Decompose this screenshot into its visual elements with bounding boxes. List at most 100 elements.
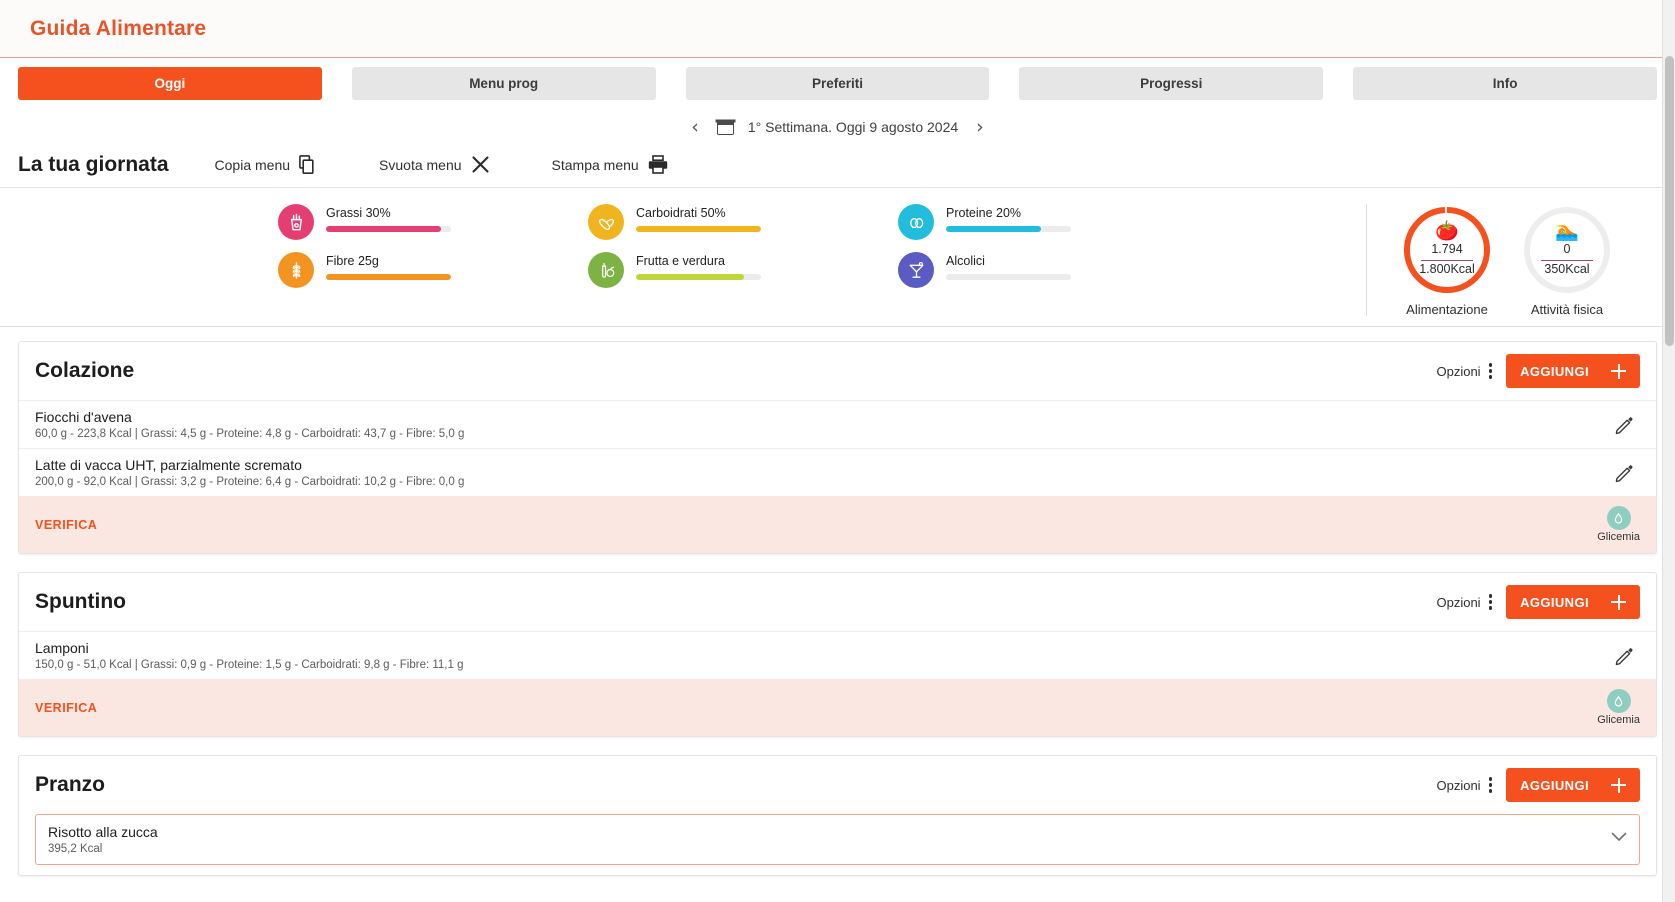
ring-inner: 🍅 1.794 1.800Kcal (1401, 204, 1493, 296)
scrollbar-thumb[interactable] (1665, 56, 1674, 346)
tomato-icon: 🍅 (1435, 221, 1459, 243)
ring-inner: 🏊 0 350Kcal (1521, 204, 1613, 296)
opzioni-label: Opzioni (1436, 777, 1481, 793)
recipe-text: Risotto alla zucca 395,2 Kcal (48, 824, 1611, 855)
kebab-menu-icon (1488, 594, 1493, 610)
meal-title: Spuntino (35, 590, 126, 613)
tab-menu-prog[interactable]: Menu prog (351, 67, 656, 100)
ring-graphic: 🍅 1.794 1.800Kcal (1401, 204, 1493, 296)
eggs-icon (898, 204, 934, 240)
food-text: Fiocchi d'avena 60,0 g - 223,8 Kcal | Gr… (35, 409, 1614, 440)
macro-column-3: Proteine 20% Alcolici (898, 204, 1208, 300)
verifica-bar: VERIFICA Glicemia (19, 496, 1656, 553)
stampa-menu-label: Stampa menu (551, 156, 639, 173)
food-row: Latte di vacca UHT, parzialmente scremat… (19, 448, 1656, 496)
meal-card-spuntino: Spuntino Opzioni AGGIUNGI Lamponi 150,0 … (18, 572, 1657, 737)
glicemia-label: Glicemia (1597, 714, 1640, 726)
svuota-menu-label: Svuota menu (379, 156, 462, 173)
edit-pencil-icon[interactable] (1614, 457, 1640, 488)
calorie-rings: 🍅 1.794 1.800Kcal Alimentazione 🏊 0 350K… (1366, 204, 1675, 317)
ring-value: 0 (1563, 242, 1571, 257)
opzioni-button[interactable]: Opzioni (1436, 777, 1493, 793)
printer-icon (648, 155, 668, 174)
macro-label: Frutta e verdura (636, 254, 725, 268)
macro-body: Grassi 30% (326, 204, 451, 232)
glicemia-label: Glicemia (1597, 531, 1640, 543)
chevron-down-icon[interactable] (1611, 824, 1627, 846)
food-meta: 150,0 g - 51,0 Kcal | Grassi: 0,9 g - Pr… (35, 659, 464, 671)
aggiungi-button[interactable]: AGGIUNGI (1506, 585, 1640, 619)
macro-track (326, 274, 451, 280)
meal-card-pranzo: Pranzo Opzioni AGGIUNGI Risotto alla zuc… (18, 755, 1657, 876)
macro-alcolici[interactable]: Alcolici (898, 252, 1208, 288)
swimmer-icon: 🏊 (1555, 221, 1579, 243)
page-title: Guida Alimentare (30, 16, 207, 40)
aggiungi-button[interactable]: AGGIUNGI (1506, 768, 1640, 802)
previous-day-button[interactable]: ‹ (687, 117, 703, 137)
meal-list: Colazione Opzioni AGGIUNGI Fiocchi d'ave… (0, 327, 1675, 876)
food-row: Lamponi 150,0 g - 51,0 Kcal | Grassi: 0,… (19, 631, 1656, 679)
copia-menu-button[interactable]: Copia menu (215, 155, 318, 177)
tab-bar: Oggi Menu prog Preferiti Progressi Info (0, 58, 1675, 100)
macro-fibre[interactable]: Fibre 25g (278, 252, 588, 288)
recipe-name: Risotto alla zucca (48, 824, 158, 840)
tab-oggi[interactable]: Oggi (18, 67, 322, 100)
calendar-icon[interactable] (716, 119, 734, 135)
aggiungi-button[interactable]: AGGIUNGI (1506, 354, 1640, 388)
tab-info[interactable]: Info (1353, 67, 1657, 100)
copia-menu-label: Copia menu (214, 156, 291, 173)
macro-grassi[interactable]: Grassi 30% (278, 204, 588, 240)
meal-header: Spuntino Opzioni AGGIUNGI (19, 573, 1656, 631)
opzioni-button[interactable]: Opzioni (1436, 363, 1493, 379)
glicemia-button[interactable]: Glicemia (1597, 506, 1640, 543)
opzioni-label: Opzioni (1436, 363, 1481, 379)
glicemia-button[interactable]: Glicemia (1597, 689, 1640, 726)
macro-frutta-verdura[interactable]: Frutta e verdura (588, 252, 898, 288)
opzioni-button[interactable]: Opzioni (1436, 594, 1493, 610)
macro-track (326, 226, 451, 232)
aggiungi-label: AGGIUNGI (1520, 363, 1589, 379)
tab-preferiti[interactable]: Preferiti (685, 67, 990, 100)
food-meta: 200,0 g - 92,0 Kcal | Grassi: 3,2 g - Pr… (35, 476, 465, 488)
ring-attivita-fisica[interactable]: 🏊 0 350Kcal Attività fisica (1519, 204, 1615, 317)
macro-carboidrati[interactable]: Carboidrati 50% (588, 204, 898, 240)
macro-track (946, 274, 1071, 280)
plus-icon (1611, 777, 1626, 793)
macro-track (636, 226, 761, 232)
macro-label: Fibre 25g (326, 254, 379, 268)
current-date-label[interactable]: 1° Settimana. Oggi 9 agosto 2024 (748, 119, 958, 135)
edit-pencil-icon[interactable] (1614, 409, 1640, 440)
recipe-row[interactable]: Risotto alla zucca 395,2 Kcal (35, 814, 1640, 865)
app-header: Guida Alimentare (0, 0, 1675, 58)
food-text: Latte di vacca UHT, parzialmente scremat… (35, 457, 1614, 488)
tab-progressi[interactable]: Progressi (1019, 67, 1324, 100)
wheat-icon (278, 252, 314, 288)
macro-fill (326, 226, 441, 232)
macro-label: Alcolici (946, 254, 985, 268)
food-name: Fiocchi d'avena (35, 409, 132, 425)
macro-body: Fibre 25g (326, 252, 451, 280)
ring-graphic: 🏊 0 350Kcal (1521, 204, 1613, 296)
macro-proteine[interactable]: Proteine 20% (898, 204, 1208, 240)
copy-icon (299, 155, 317, 174)
macro-fill (946, 226, 1041, 232)
verifica-button[interactable]: VERIFICA (35, 701, 97, 715)
verifica-button[interactable]: VERIFICA (35, 518, 97, 532)
macro-summary-panel: Grassi 30% Fibre 25g Carboidrati 50% Fru… (0, 188, 1675, 327)
pasta-icon (588, 204, 624, 240)
macro-body: Proteine 20% (946, 204, 1071, 232)
next-day-button[interactable]: › (972, 117, 988, 137)
stampa-menu-button[interactable]: Stampa menu (552, 155, 668, 177)
meal-header: Colazione Opzioni AGGIUNGI (19, 342, 1656, 400)
ring-caption: Attività fisica (1530, 302, 1604, 317)
macro-column-1: Grassi 30% Fibre 25g (278, 204, 588, 300)
svuota-menu-button[interactable]: Svuota menu (379, 155, 490, 177)
kebab-menu-icon (1488, 363, 1493, 379)
ring-goal: 1.800Kcal (1419, 262, 1475, 276)
macro-track (946, 226, 1071, 232)
edit-pencil-icon[interactable] (1614, 640, 1640, 671)
meal-header: Pranzo Opzioni AGGIUNGI (19, 756, 1656, 814)
ring-alimentazione[interactable]: 🍅 1.794 1.800Kcal Alimentazione (1399, 204, 1495, 317)
page-scrollbar[interactable] (1662, 0, 1675, 902)
ring-value: 1.794 (1431, 242, 1463, 257)
